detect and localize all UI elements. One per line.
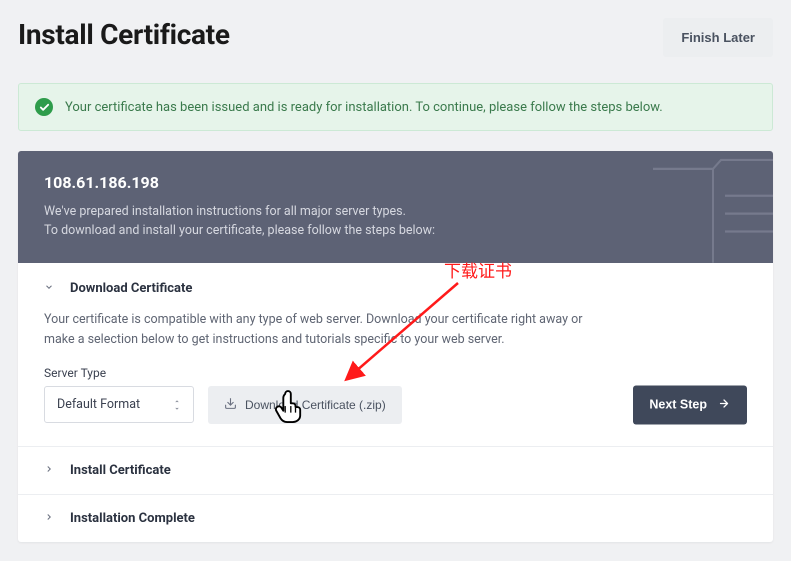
server-type-select[interactable]: Default Format	[44, 386, 194, 423]
alert-text: Your certificate has been issued and is …	[65, 100, 663, 115]
step-download-header[interactable]: Download Certificate	[44, 281, 747, 296]
intro-line-1: We've prepared installation instructions…	[44, 202, 747, 221]
step-install-header[interactable]: Install Certificate	[18, 447, 773, 495]
updown-caret-icon	[173, 399, 181, 411]
ip-address: 108.61.186.198	[44, 173, 747, 192]
step-download: Download Certificate Your certificate is…	[18, 263, 773, 447]
card-intro-banner: 108.61.186.198 We've prepared installati…	[18, 151, 773, 263]
decorative-lines-icon	[653, 151, 773, 263]
download-button-label: Download Certificate (.zip)	[245, 398, 386, 412]
chevron-right-icon	[44, 464, 56, 477]
download-certificate-button[interactable]: Download Certificate (.zip)	[208, 386, 402, 424]
intro-line-2: To download and install your certificate…	[44, 221, 747, 240]
page-title: Install Certificate	[18, 18, 230, 51]
finish-later-button[interactable]: Finish Later	[663, 18, 773, 57]
download-controls: Default Format	[44, 386, 747, 424]
server-type-value: Default Format	[57, 397, 140, 412]
step-complete-title: Installation Complete	[70, 511, 195, 526]
step-complete-header[interactable]: Installation Complete	[18, 495, 773, 542]
step-download-title: Download Certificate	[70, 281, 192, 296]
success-alert: Your certificate has been issued and is …	[18, 83, 773, 131]
next-step-label: Next Step	[649, 398, 707, 412]
check-circle-icon	[35, 98, 53, 116]
arrow-right-icon	[717, 397, 731, 412]
next-step-button[interactable]: Next Step	[633, 385, 747, 424]
chevron-right-icon	[44, 512, 56, 525]
server-type-label: Server Type	[44, 366, 747, 380]
download-icon	[224, 397, 237, 413]
page-header: Install Certificate Finish Later	[18, 18, 773, 57]
certificate-card: 108.61.186.198 We've prepared installati…	[18, 151, 773, 542]
step-install-title: Install Certificate	[70, 463, 171, 478]
chevron-down-icon	[44, 282, 56, 295]
step-download-body: Your certificate is compatible with any …	[44, 310, 604, 350]
